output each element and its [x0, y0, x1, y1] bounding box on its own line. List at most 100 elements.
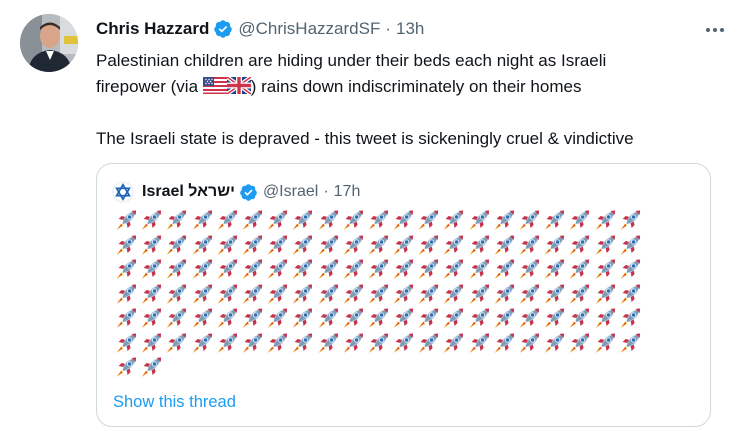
rocket-icon	[265, 331, 290, 355]
rocket-icon	[441, 257, 466, 281]
rocket-icon	[567, 331, 592, 355]
rocket-icon	[341, 208, 366, 232]
timestamp[interactable]: 13h	[396, 19, 424, 39]
rocket-icon	[492, 208, 517, 232]
rocket-icon	[567, 208, 592, 232]
rocket-icon	[265, 208, 290, 232]
rocket-icon	[391, 208, 416, 232]
rocket-icon	[593, 233, 618, 257]
rocket-icon	[492, 233, 517, 257]
rocket-icon	[618, 282, 643, 306]
rocket-icon	[215, 331, 240, 355]
rocket-icon	[240, 208, 265, 232]
rocket-icon	[567, 233, 592, 257]
rocket-emoji-grid	[114, 208, 704, 380]
rocket-icon	[114, 233, 139, 257]
rocket-icon	[139, 355, 164, 379]
rocket-icon	[190, 208, 215, 232]
rocket-icon	[391, 233, 416, 257]
quoted-display-name[interactable]: Israel ישראל	[142, 183, 235, 201]
rocket-icon	[593, 331, 618, 355]
rocket-icon	[190, 306, 215, 330]
rocket-row	[114, 282, 704, 307]
rocket-icon	[618, 208, 643, 232]
rocket-icon	[114, 331, 139, 355]
handle[interactable]: @ChrisHazzardSF	[238, 19, 380, 39]
rocket-icon	[290, 306, 315, 330]
rocket-icon	[290, 331, 315, 355]
rocket-icon	[341, 233, 366, 257]
rocket-icon	[366, 331, 391, 355]
tweet-text-line-1: Palestinian children are hiding under th…	[96, 51, 607, 70]
rocket-icon	[467, 331, 492, 355]
quoted-tweet[interactable]: Israel ישראל @Israel · 17h Show this thr…	[96, 163, 711, 427]
rocket-icon	[593, 208, 618, 232]
rocket-icon	[366, 233, 391, 257]
tweet-text-line-3: The Israeli state is depraved - this twe…	[96, 129, 634, 148]
rocket-icon	[517, 282, 542, 306]
rocket-icon	[416, 233, 441, 257]
rocket-icon	[391, 331, 416, 355]
rocket-icon	[290, 233, 315, 257]
rocket-icon	[240, 331, 265, 355]
verified-badge-icon	[240, 183, 257, 201]
rocket-icon	[517, 331, 542, 355]
rocket-icon	[240, 282, 265, 306]
avatar-photo	[20, 14, 78, 72]
quoted-handle[interactable]: @Israel	[263, 183, 318, 201]
rocket-icon	[190, 331, 215, 355]
rocket-icon	[441, 331, 466, 355]
rocket-icon	[517, 306, 542, 330]
rocket-icon	[341, 306, 366, 330]
more-dots-icon	[706, 28, 724, 32]
separator-dot: ·	[323, 183, 329, 200]
rocket-icon	[164, 331, 189, 355]
rocket-icon	[517, 257, 542, 281]
more-options-button[interactable]	[703, 20, 727, 40]
rocket-icon	[215, 282, 240, 306]
rocket-icon	[366, 306, 391, 330]
rocket-icon	[391, 282, 416, 306]
rocket-icon	[542, 208, 567, 232]
rocket-row	[114, 233, 704, 258]
avatar[interactable]	[20, 14, 78, 72]
rocket-icon	[240, 306, 265, 330]
rocket-icon	[593, 282, 618, 306]
tweet-text: Palestinian children are hiding under th…	[96, 48, 726, 152]
tweet[interactable]: Chris Hazzard @ChrisHazzardSF · 13h Pale…	[0, 0, 739, 431]
rocket-icon	[190, 233, 215, 257]
rocket-icon	[492, 282, 517, 306]
tweet-text-spacer	[96, 100, 726, 126]
rocket-row	[114, 306, 704, 331]
rocket-icon	[139, 282, 164, 306]
rocket-icon	[316, 306, 341, 330]
rocket-icon	[215, 233, 240, 257]
rocket-icon	[542, 282, 567, 306]
rocket-icon	[567, 257, 592, 281]
rocket-icon	[441, 208, 466, 232]
rocket-icon	[542, 331, 567, 355]
rocket-icon	[391, 257, 416, 281]
rocket-icon	[316, 208, 341, 232]
rocket-icon	[164, 306, 189, 330]
rocket-icon	[265, 233, 290, 257]
rocket-icon	[139, 331, 164, 355]
display-name[interactable]: Chris Hazzard	[96, 19, 209, 39]
rocket-icon	[341, 257, 366, 281]
rocket-icon	[517, 208, 542, 232]
rocket-icon	[265, 282, 290, 306]
quoted-timestamp[interactable]: 17h	[334, 183, 361, 201]
show-thread-link[interactable]: Show this thread	[113, 393, 236, 412]
tweet-text-segment: firepower (via	[96, 77, 203, 96]
star-of-david-icon[interactable]	[112, 181, 134, 203]
rocket-icon	[164, 257, 189, 281]
rocket-row	[114, 355, 704, 380]
rocket-icon	[290, 257, 315, 281]
rocket-icon	[290, 208, 315, 232]
rocket-icon	[139, 306, 164, 330]
rocket-icon	[114, 282, 139, 306]
rocket-icon	[139, 208, 164, 232]
rocket-icon	[316, 282, 341, 306]
rocket-icon	[467, 208, 492, 232]
rocket-icon	[341, 282, 366, 306]
